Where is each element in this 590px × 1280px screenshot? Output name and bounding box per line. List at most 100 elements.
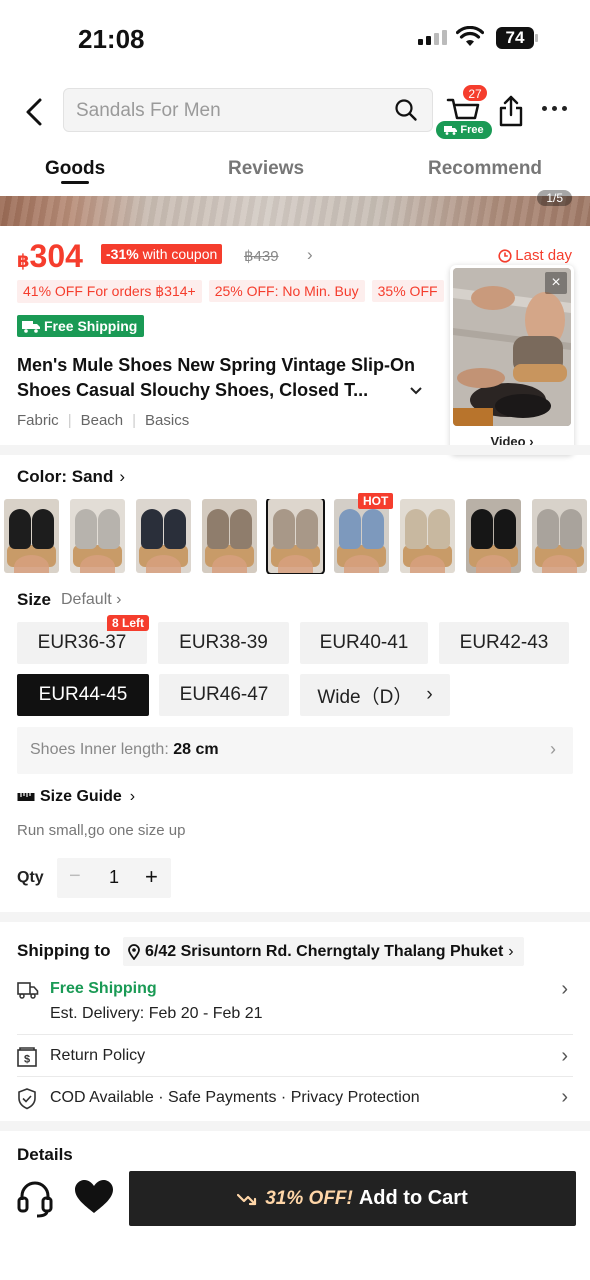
estimated-delivery: Est. Delivery: Feb 20 - Feb 21 [50,1005,263,1022]
return-policy-link[interactable]: Return Policy [50,1047,145,1065]
return-policy-icon: $ [17,1047,37,1067]
hand-shape [14,555,49,573]
promo-tag[interactable]: 25% OFF: No Min. Buy [208,280,365,302]
search-icon[interactable] [394,98,418,122]
free-shipping-text: Free Shipping [50,980,157,997]
location-pin-icon [128,943,140,960]
chevron-right-icon[interactable]: › [561,978,568,1001]
price-amount: 304 [29,238,83,274]
color-swatch-taupe[interactable] [202,499,257,573]
color-swatch-black-dark[interactable] [466,499,521,573]
size-option[interactable]: EUR46-47 [159,674,289,716]
promo-tag[interactable]: 41% OFF For orders ฿314+ [17,280,202,303]
size-option[interactable]: EUR42-43 [439,622,569,664]
color-swatch-beige[interactable] [400,499,455,573]
last-day-text: Last day [515,247,572,264]
search-input[interactable]: Sandals For Men [63,88,433,132]
shoe-shape [164,509,186,549]
promo-tag[interactable]: 35% OFF [371,280,444,302]
hot-badge: HOT [358,493,394,509]
coupon-badge[interactable]: -31% with coupon [101,244,223,264]
chevron-right-icon: › [129,788,136,805]
size-option-wide[interactable]: Wide（D） › [300,674,450,716]
shoe-shape [428,509,450,549]
clock-icon [498,248,512,263]
product-image[interactable] [0,196,590,226]
wishlist-heart-icon[interactable] [74,1179,114,1215]
cod-safe-payments-text[interactable]: COD Available · Safe Payments · Privacy … [50,1089,420,1107]
product-title[interactable]: Men's Mule Shoes New Spring Vintage Slip… [17,353,437,403]
chevron-right-icon: › [119,467,126,486]
color-swatch-light-grey[interactable] [532,499,587,573]
chevron-right-icon[interactable]: › [561,1045,568,1068]
more-options-icon[interactable] [542,106,567,111]
truck-icon [22,320,40,333]
shoe-shape [339,509,361,549]
shoe-shape [75,509,97,549]
battery-icon: 74 [496,27,534,49]
size-label: Size [17,590,52,609]
tab-recommend[interactable]: Recommend [428,158,542,180]
add-to-cart-button[interactable]: 31% OFF! Add to Cart [129,1171,576,1226]
active-tab-indicator [61,181,89,184]
shoe-shape [273,509,295,549]
add-to-cart-label: Add to Cart [358,1187,468,1209]
shoe-shape [98,509,120,549]
close-icon[interactable]: × [545,272,567,294]
qty-value[interactable]: 1 [109,867,119,888]
search-placeholder: Sandals For Men [76,100,221,121]
quantity-stepper: − 1 + [57,858,171,898]
tab-reviews[interactable]: Reviews [228,158,304,180]
size-option[interactable]: EUR38-39 [158,622,289,664]
shipping-address-selector[interactable]: 6/42 Srisuntorn Rd. Cherngtaly Thalang P… [123,937,524,966]
color-label-text: Color: Sand [17,467,114,486]
video-preview-card[interactable]: × Video › [450,265,574,455]
color-swatch-grey[interactable] [70,499,125,573]
size-guide-text: Size Guide [40,788,122,805]
video-thumbnail[interactable]: × [453,268,571,426]
hand-shape [278,555,313,573]
inner-length-row[interactable]: Shoes Inner length: 28 cm › [17,727,573,774]
signal-icon [418,30,447,45]
color-swatch-navy-pattern[interactable] [136,499,191,573]
tab-goods[interactable]: Goods [45,158,105,180]
size-guide-link[interactable]: Size Guide › [17,788,135,806]
coupon-text: with coupon [142,246,218,262]
color-selector-label[interactable]: Color: Sand › [17,467,125,487]
size-option-selected[interactable]: EUR44-45 [17,674,149,716]
shipping-address: 6/42 Srisuntorn Rd. Cherngtaly Thalang P… [145,942,504,960]
shoe-shape [230,509,252,549]
last-day-badge: Last day [498,247,572,264]
chevron-right-icon[interactable]: › [561,1086,568,1109]
svg-text:$: $ [24,1054,30,1066]
color-swatch-black[interactable] [4,499,59,573]
headset-support-icon[interactable] [17,1178,53,1218]
chevron-right-icon: › [550,739,556,759]
chevron-right-icon[interactable]: › [307,245,313,265]
shoe-shape [537,509,559,549]
shield-check-icon [18,1088,36,1110]
hand-shape [146,555,181,573]
attribute-tag: Fabric [17,412,59,429]
chevron-down-icon[interactable] [410,386,422,396]
color-swatch-blue-pattern[interactable] [334,499,389,573]
qty-label: Qty [17,869,44,886]
size-option-wide-label: Wide（D） [317,686,413,708]
size-option[interactable]: EUR40-41 [300,622,428,664]
back-arrow-icon[interactable] [22,96,48,128]
inner-length-label: Shoes Inner length: 28 cm [30,741,219,759]
hand-shape [344,555,379,573]
trend-down-icon [237,1193,257,1205]
decrease-qty-button[interactable]: − [69,865,81,888]
share-icon[interactable] [498,94,524,128]
color-swatch-sand[interactable] [266,499,325,574]
divider [17,1034,573,1035]
attribute-tag: Basics [145,412,190,429]
price-currency: ฿ [17,251,30,271]
increase-qty-button[interactable]: + [145,864,158,890]
shoe-shape [296,509,318,549]
free-tag-label: Free [460,124,484,136]
size-default-selector[interactable]: Default › [61,591,121,609]
shoe-shape [141,509,163,549]
truck-outline-icon [17,982,39,999]
